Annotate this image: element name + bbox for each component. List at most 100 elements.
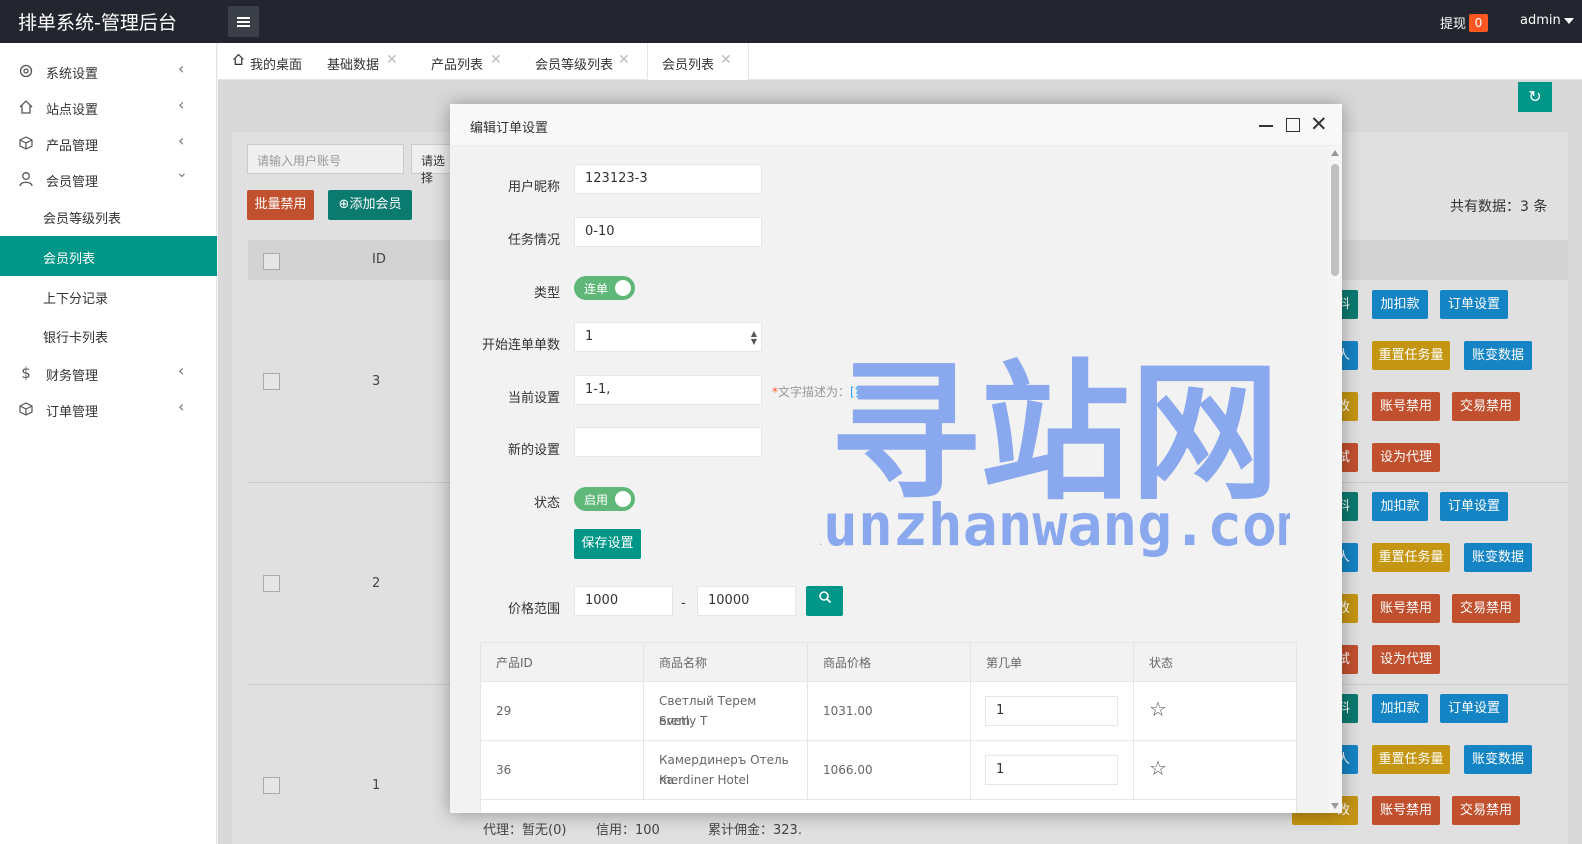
sidebar-subitem-label: 上下分记录 (43, 292, 109, 307)
status-toggle[interactable]: 启用 (574, 487, 635, 511)
table-cell: 1 (971, 682, 1134, 740)
product-name-line2: merdiner Hotel (659, 773, 750, 787)
nickname-field[interactable]: 123123-3 (574, 164, 762, 194)
disable-account-button[interactable]: 账号禁用 (1372, 594, 1440, 623)
price-search-button[interactable] (806, 586, 843, 616)
column-header: 第几单 (971, 643, 1134, 681)
disable-trade-button[interactable]: 交易禁用 (1452, 796, 1520, 825)
type-toggle[interactable]: 连单 (574, 276, 635, 300)
close-icon[interactable]: ✕ (490, 52, 502, 68)
start-count-stepper[interactable]: 1 ▲ ▼ (574, 322, 762, 352)
column-header: 产品ID (481, 643, 644, 681)
balance-log-button[interactable]: 账变数据 (1464, 543, 1532, 572)
set-agent-button[interactable]: 设为代理 (1372, 443, 1440, 472)
add-member-button[interactable]: ⊕添加会员 (328, 190, 412, 220)
sidebar-item-site-settings[interactable]: 站点设置 ‹ (0, 89, 217, 125)
sidebar-item-label: 会员管理 (46, 175, 99, 190)
tab-label: 产品列表 (431, 58, 484, 73)
price-range-label: 价格范围 (507, 602, 560, 617)
current-setting-field[interactable]: 1-1, (574, 375, 762, 405)
user-icon (18, 171, 34, 187)
dialog-scrollbar[interactable] (1328, 146, 1342, 813)
sidebar-item-product-management[interactable]: 产品管理 ‹ (0, 125, 217, 161)
reset-task-button[interactable]: 重置任务量 (1372, 745, 1450, 774)
chevron-left-icon: ‹ (178, 361, 185, 380)
tab-basic-data[interactable]: 基础数据 ✕ (313, 43, 417, 80)
order-index-input[interactable]: 1 (985, 696, 1118, 726)
balance-log-button[interactable]: 账变数据 (1464, 341, 1532, 370)
stepper-down-icon[interactable]: ▼ (751, 338, 757, 346)
scroll-up-icon[interactable] (1331, 150, 1339, 156)
sidebar-item-member-management[interactable]: 会员管理 ⌄ (0, 161, 217, 197)
close-icon[interactable]: ✕ (720, 52, 732, 68)
column-header-order-index: 第几单 (986, 656, 1023, 670)
disable-account-button[interactable]: 账号禁用 (1372, 796, 1440, 825)
table-cell: 1066.00 (808, 741, 971, 799)
maximize-icon[interactable] (1286, 118, 1300, 132)
sidebar-subitem-member-list[interactable]: 会员列表 (0, 236, 217, 276)
order-index-input[interactable]: 1 (985, 755, 1118, 785)
tab-bar: 我的桌面 基础数据 ✕ 产品列表 ✕ 会员等级列表 ✕ 会员列表 ✕ (218, 43, 1582, 81)
search-input[interactable]: 请输入用户账号 (247, 144, 404, 174)
batch-disable-button[interactable]: 批量禁用 (247, 190, 314, 220)
disable-trade-button[interactable]: 交易禁用 (1452, 594, 1520, 623)
table-cell: ☆ (1134, 682, 1296, 740)
row-checkbox[interactable] (263, 777, 280, 794)
minimize-icon[interactable] (1259, 125, 1273, 127)
table-cell: Камердинеръ Отель Ka merdiner Hotel (644, 741, 808, 799)
caret-down-icon[interactable] (1564, 18, 1574, 24)
select-all-checkbox[interactable] (263, 253, 280, 270)
price-max-field[interactable]: 10000 (697, 586, 796, 616)
price-min-field[interactable]: 1000 (574, 586, 673, 616)
close-icon[interactable]: ✕ (1310, 114, 1328, 135)
reset-task-button[interactable]: 重置任务量 (1372, 543, 1450, 572)
set-agent-button[interactable]: 设为代理 (1372, 645, 1440, 674)
disable-trade-button[interactable]: 交易禁用 (1452, 392, 1520, 421)
withdraw-link[interactable]: 提现 (1440, 13, 1466, 32)
sidebar-subitem-bank-cards[interactable]: 银行卡列表 (0, 315, 217, 355)
table-row: 36 Камердинеръ Отель Ka merdiner Hotel 10… (481, 741, 1296, 800)
sidebar-subitem-label: 银行卡列表 (43, 331, 109, 346)
refresh-button[interactable]: ↻ (1518, 82, 1552, 112)
reset-task-button[interactable]: 重置任务量 (1372, 341, 1450, 370)
task-field[interactable]: 0-10 (574, 217, 762, 247)
close-icon[interactable]: ✕ (386, 52, 398, 68)
dialog-body: 用户昵称 123123-3 任务情况 0-10 类型 连单 开始连单单数 1 ▲… (450, 146, 1328, 813)
sidebar-item-finance[interactable]: $ 财务管理 ‹ (0, 355, 217, 391)
adjust-balance-button[interactable]: 加扣款 (1372, 492, 1428, 521)
toggle-text: 连单 (584, 282, 609, 296)
balance-log-button[interactable]: 账变数据 (1464, 745, 1532, 774)
user-menu[interactable]: admin (1520, 13, 1561, 28)
scroll-thumb[interactable] (1331, 164, 1339, 276)
row-checkbox[interactable] (263, 575, 280, 592)
order-settings-button[interactable]: 订单设置 (1440, 492, 1508, 521)
disable-account-button[interactable]: 账号禁用 (1372, 392, 1440, 421)
tab-product-list[interactable]: 产品列表 ✕ (417, 43, 521, 80)
hint-example: [第1单是产品1] (850, 385, 935, 399)
task-label: 任务情况 (507, 233, 560, 248)
sidebar-item-orders[interactable]: 订单管理 ‹ (0, 391, 217, 427)
row-id: 1 (372, 778, 381, 793)
tab-member-list[interactable]: 会员列表 ✕ (647, 43, 749, 81)
scroll-down-icon[interactable] (1331, 803, 1339, 809)
column-header: 商品价格 (808, 643, 971, 681)
order-settings-button[interactable]: 订单设置 (1440, 694, 1508, 723)
save-settings-button[interactable]: 保存设置 (574, 529, 641, 559)
new-setting-field[interactable] (574, 427, 762, 457)
tab-member-levels[interactable]: 会员等级列表 ✕ (521, 43, 647, 80)
row-checkbox[interactable] (263, 373, 280, 390)
order-settings-button[interactable]: 订单设置 (1440, 290, 1508, 319)
sidebar-subitem-member-levels[interactable]: 会员等级列表 (0, 196, 217, 236)
sidebar-subitem-points-records[interactable]: 上下分记录 (0, 276, 217, 316)
sidebar-item-system-settings[interactable]: 系统设置 ‹ (0, 53, 217, 89)
toggle-knob (615, 280, 631, 296)
sidebar-item-label: 产品管理 (46, 139, 99, 154)
star-icon[interactable]: ☆ (1149, 758, 1167, 778)
tab-desktop[interactable]: 我的桌面 (218, 43, 313, 80)
format-hint: *文字描述为：[第1单是产品1] (772, 383, 935, 400)
adjust-balance-button[interactable]: 加扣款 (1372, 290, 1428, 319)
star-icon[interactable]: ☆ (1149, 699, 1167, 719)
menu-toggle-button[interactable] (228, 6, 259, 37)
adjust-balance-button[interactable]: 加扣款 (1372, 694, 1428, 723)
close-icon[interactable]: ✕ (618, 52, 630, 68)
